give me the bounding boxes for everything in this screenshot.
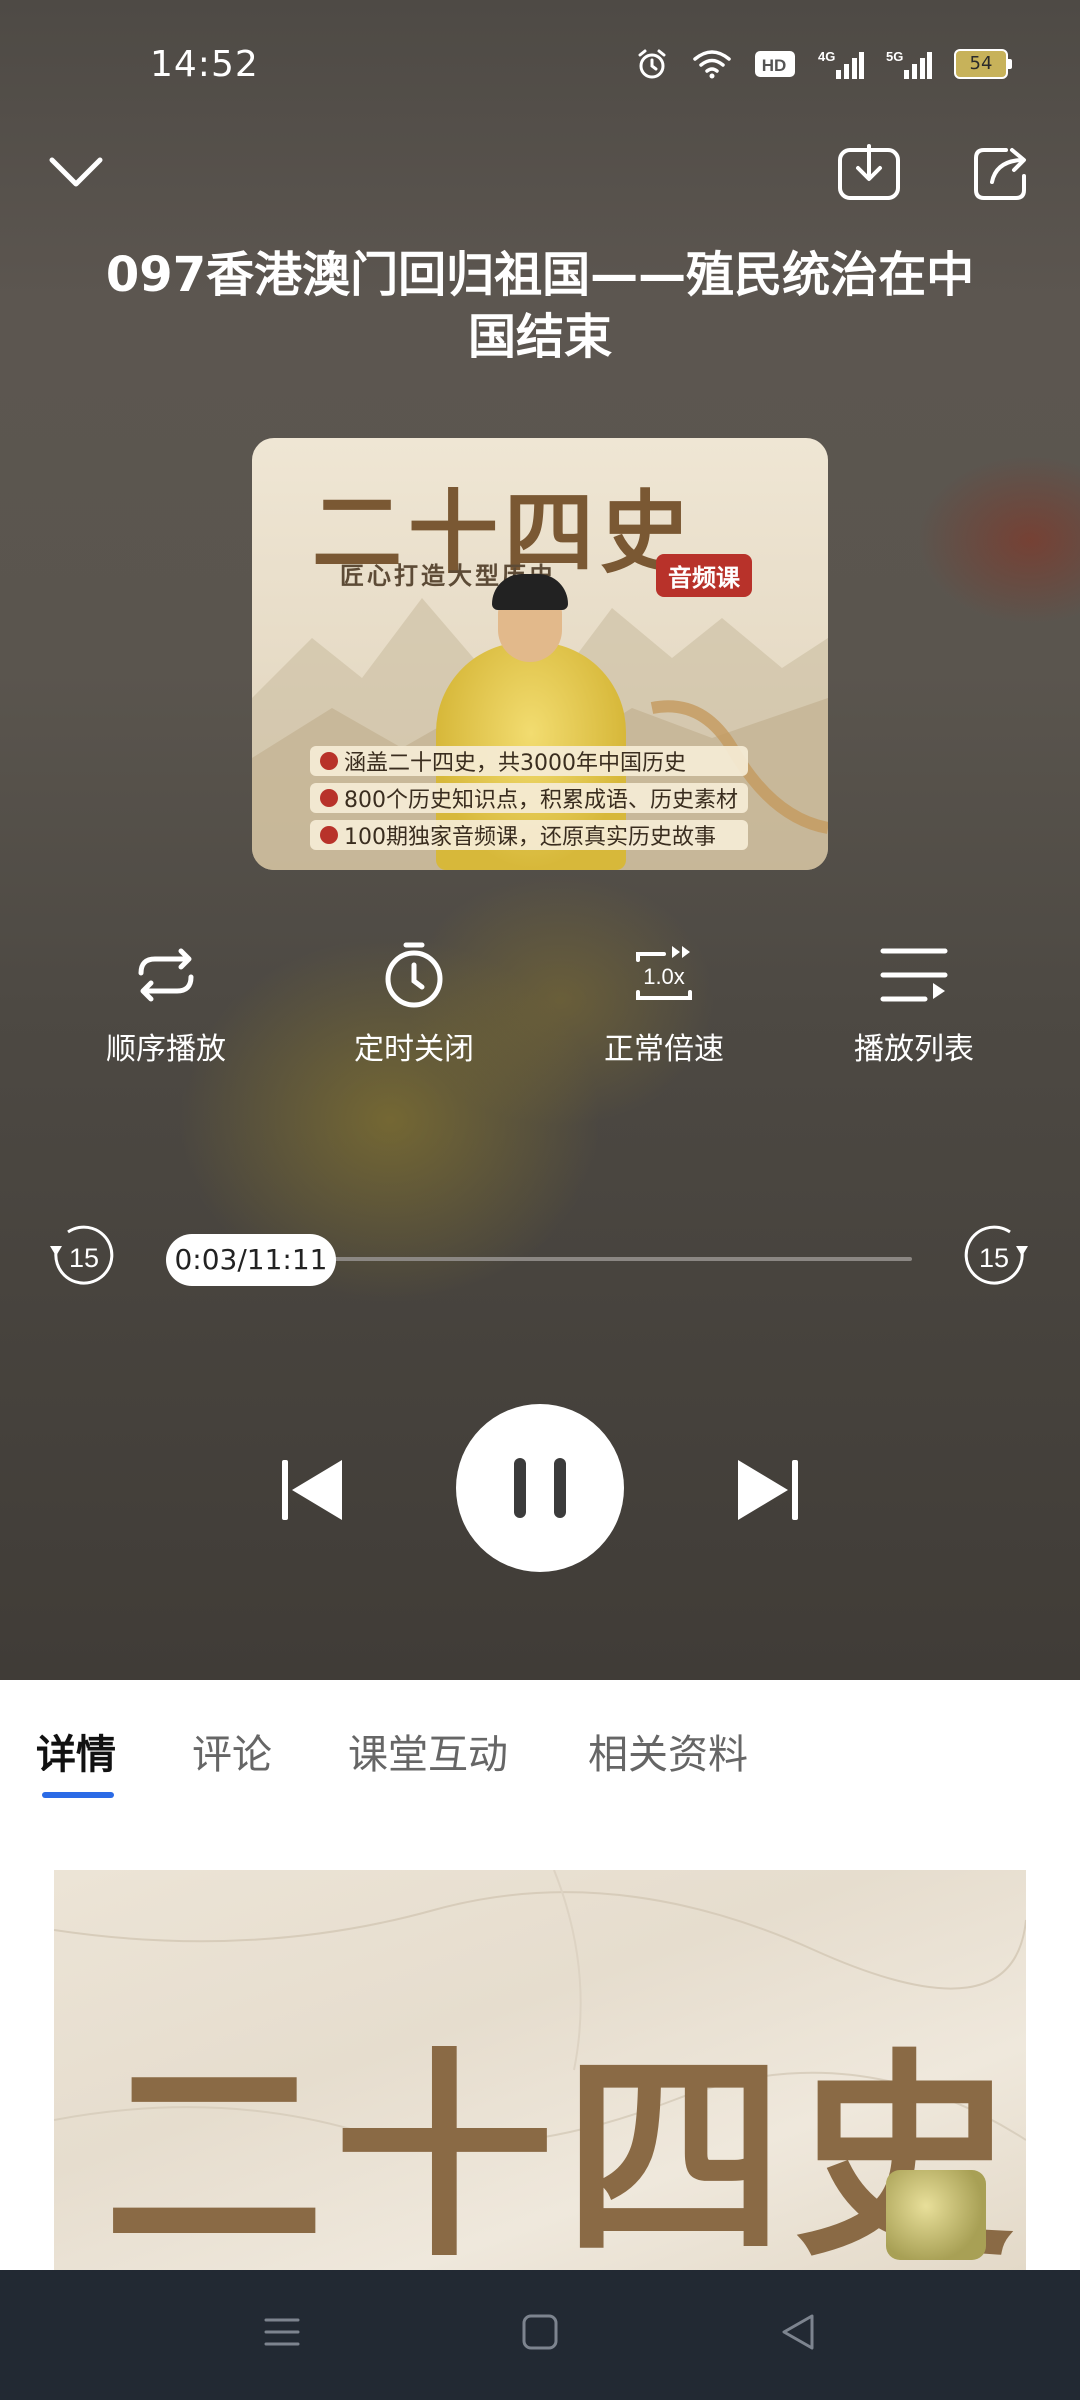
timer-icon xyxy=(385,942,443,1008)
tab-comments[interactable]: 评论 xyxy=(192,1722,272,1780)
download-button[interactable] xyxy=(836,142,902,202)
cover-feature: 800个历史知识点，积累成语、历史素材 xyxy=(310,783,748,813)
battery-icon: 54 xyxy=(954,49,1012,79)
status-bar: 14:52 HD 4G 5G 54 xyxy=(0,0,1080,110)
screen: 14:52 HD 4G 5G 54 097香港澳门回归祖国——殖民统治在中国结束… xyxy=(0,0,1080,2400)
album-cover: 二十四史 匠心打造大型历史 音频课 涵盖二十四史，共3000年中国历史 800个… xyxy=(252,438,828,870)
chevron-down-icon xyxy=(49,157,103,187)
download-icon xyxy=(838,144,900,200)
cover-feature: 涵盖二十四史，共3000年中国历史 xyxy=(310,746,748,776)
signal-5g-icon: 5G xyxy=(886,49,932,79)
speed-icon: 1.0x xyxy=(636,946,692,1000)
pause-icon xyxy=(514,1458,526,1518)
playlist-label: 播放列表 xyxy=(854,1032,974,1067)
progress-thumb[interactable]: 0:03/11:11 xyxy=(166,1234,336,1286)
play-order-label: 顺序播放 xyxy=(106,1032,226,1067)
alarm-icon xyxy=(638,49,666,79)
tab-indicator xyxy=(42,1792,114,1798)
playback-speed-label: 正常倍速 xyxy=(604,1032,724,1067)
speed-badge: 1.0x xyxy=(643,964,685,989)
detail-sheet: 详情 评论 课堂互动 相关资料 二十四史 xyxy=(0,1680,1080,2270)
track-title: 097香港澳门回归祖国——殖民统治在中国结束 xyxy=(105,247,975,365)
wifi-icon xyxy=(693,50,731,79)
share-icon xyxy=(974,148,1026,200)
5g-label: 5G xyxy=(886,49,903,64)
sleep-timer-label: 定时关闭 xyxy=(354,1032,474,1067)
tab-class-interaction[interactable]: 课堂互动 xyxy=(348,1722,508,1780)
next-track-button[interactable] xyxy=(734,1458,802,1522)
status-time: 14:52 xyxy=(150,44,259,85)
skip-previous-icon xyxy=(282,1460,342,1520)
playback-speed-button[interactable]: 1.0x 正常倍速 xyxy=(564,940,764,1068)
detail-image: 二十四史 xyxy=(54,1870,1026,2270)
playlist-button[interactable]: 播放列表 xyxy=(814,940,1014,1068)
skip-next-icon xyxy=(738,1460,798,1520)
cover-badge: 音频课 xyxy=(656,554,752,597)
signal-4g-icon: 4G xyxy=(818,49,864,79)
home-square-icon xyxy=(522,2314,558,2350)
tab-bar: 详情 评论 课堂互动 相关资料 xyxy=(0,1680,1080,1800)
share-button[interactable] xyxy=(970,142,1034,202)
sleep-timer-button[interactable]: 定时关闭 xyxy=(314,940,514,1068)
menu-icon xyxy=(264,2318,300,2346)
playlist-icon xyxy=(880,948,948,1002)
rewind-15-icon: 15 xyxy=(50,1225,114,1285)
cover-feature-list: 涵盖二十四史，共3000年中国历史 800个历史知识点，积累成语、历史素材 10… xyxy=(310,746,748,857)
skip-forward-button[interactable]: 15 xyxy=(962,1222,1032,1292)
battery-level: 54 xyxy=(954,49,1008,79)
hd-label: HD xyxy=(762,56,787,75)
nav-back-button[interactable] xyxy=(778,2312,818,2356)
skip-back-seconds: 15 xyxy=(69,1243,99,1273)
back-triangle-icon xyxy=(782,2314,814,2350)
tab-related-materials[interactable]: 相关资料 xyxy=(588,1722,748,1780)
forward-15-icon: 15 xyxy=(964,1225,1028,1285)
repeat-icon xyxy=(138,948,194,1002)
hd-icon: HD xyxy=(755,51,795,77)
status-icons: HD 4G 5G 54 xyxy=(634,46,1012,82)
nav-menu-button[interactable] xyxy=(262,2312,302,2356)
play-order-button[interactable]: 顺序播放 xyxy=(66,940,266,1068)
skip-forward-seconds: 15 xyxy=(979,1243,1009,1273)
pause-button[interactable] xyxy=(456,1404,624,1572)
skip-back-button[interactable]: 15 xyxy=(46,1222,116,1292)
player-controls: 顺序播放 定时关闭 1.0x 正常倍速 播放列表 xyxy=(0,940,1080,1080)
cover-feature: 100期独家音频课，还原真实历史故事 xyxy=(310,820,748,850)
tab-details[interactable]: 详情 xyxy=(36,1722,116,1780)
collapse-button[interactable] xyxy=(46,150,106,194)
previous-track-button[interactable] xyxy=(278,1458,346,1522)
system-nav-bar xyxy=(0,2270,1080,2400)
nav-home-button[interactable] xyxy=(520,2312,560,2356)
jade-seal-illustration xyxy=(886,2170,986,2260)
4g-label: 4G xyxy=(818,49,835,64)
